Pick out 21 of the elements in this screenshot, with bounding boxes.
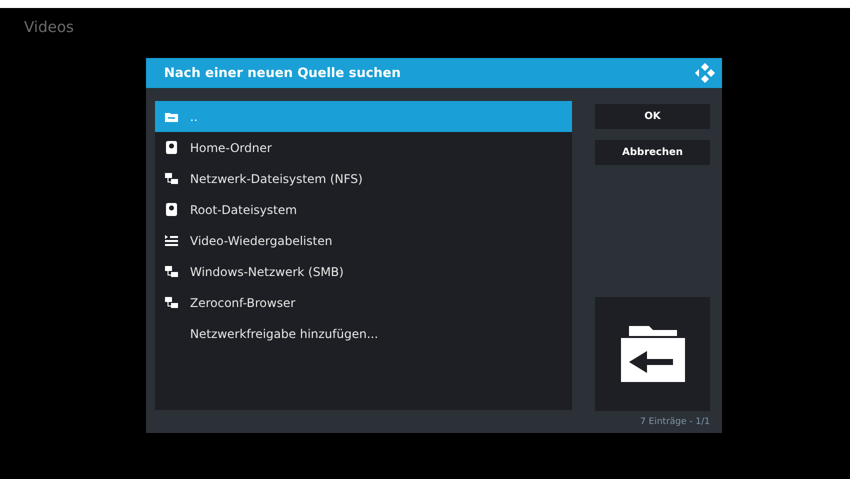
screen-title: Videos — [24, 18, 74, 36]
source-item[interactable]: Root-Dateisystem — [155, 194, 572, 225]
dialog-title: Nach einer neuen Quelle suchen — [164, 66, 401, 80]
network-icon — [165, 266, 178, 277]
source-item[interactable]: Netzwerk-Dateisystem (NFS) — [155, 163, 572, 194]
folder-icon — [165, 111, 178, 122]
logo-icon — [694, 62, 716, 84]
source-item[interactable]: Video-Wiedergabelisten — [155, 225, 572, 256]
source-item[interactable]: Zeroconf-Browser — [155, 287, 572, 318]
network-icon — [165, 297, 178, 308]
drive-icon — [166, 141, 177, 154]
network-icon — [165, 173, 178, 184]
source-item[interactable]: Home-Ordner — [155, 132, 572, 163]
item-count: 7 Einträge - 1/1 — [640, 417, 710, 427]
drive-icon — [166, 203, 177, 216]
folder-back-icon — [620, 326, 684, 382]
source-item[interactable]: Netzwerkfreigabe hinzufügen... — [155, 318, 572, 349]
dialog-button[interactable]: Abbrechen — [595, 140, 710, 165]
source-item[interactable]: Windows-Netzwerk (SMB) — [155, 256, 572, 287]
list-icon — [165, 235, 178, 246]
dialog-button[interactable]: OK — [595, 104, 710, 129]
